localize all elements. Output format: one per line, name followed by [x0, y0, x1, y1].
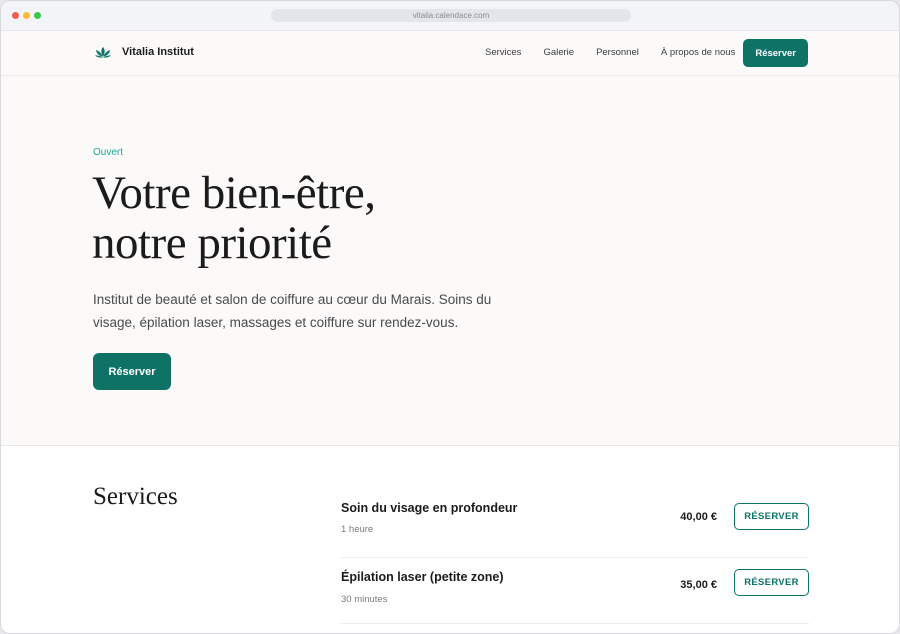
services-section: Services Soin du visage en profondeur 1 … — [1, 446, 899, 633]
service-duration: 30 minutes — [341, 594, 388, 605]
site-header: Vitalia Institut Services Galerie Person… — [1, 31, 899, 76]
service-book-button[interactable]: RÉSERVER — [734, 569, 809, 596]
brand[interactable]: Vitalia Institut — [95, 46, 194, 58]
nav-link-about[interactable]: À propos de nous — [661, 39, 735, 67]
nav-link-services[interactable]: Services — [485, 39, 521, 67]
browser-chrome: vitalia.calendace.com — [1, 1, 899, 31]
close-window-button[interactable] — [12, 12, 19, 19]
maximize-window-button[interactable] — [34, 12, 41, 19]
service-item: Épilation laser (petite zone) 30 minutes… — [341, 558, 809, 624]
service-name: Épilation laser (petite zone) — [341, 570, 504, 584]
hero-title: Votre bien-être, notre priorité — [92, 167, 376, 269]
service-price: 35,00 € — [680, 579, 717, 591]
hero-title-line-1: Votre bien-être, — [92, 167, 376, 219]
lotus-icon — [95, 46, 111, 58]
hero-description: Institut de beauté et salon de coiffure … — [93, 292, 492, 330]
services-heading: Services — [93, 483, 178, 510]
service-book-button[interactable]: RÉSERVER — [734, 503, 809, 530]
service-duration: 1 heure — [341, 524, 374, 535]
service-price: 40,00 € — [680, 511, 717, 523]
service-list: Soin du visage en profondeur 1 heure 40,… — [341, 492, 809, 624]
hero-book-button[interactable]: Réserver — [93, 353, 171, 390]
main-menu: Services Galerie Personnel À propos de n… — [485, 39, 808, 67]
header-book-button[interactable]: Réserver — [743, 39, 808, 67]
hero-title-line-2: notre priorité — [92, 217, 332, 269]
address-bar[interactable]: vitalia.calendace.com — [271, 9, 631, 22]
service-item: Soin du visage en profondeur 1 heure 40,… — [341, 492, 809, 558]
brand-name: Vitalia Institut — [122, 46, 194, 58]
nav-link-personnel[interactable]: Personnel — [596, 39, 639, 67]
service-name: Soin du visage en profondeur — [341, 501, 518, 515]
hero-section: Ouvert Votre bien-être, notre priorité I… — [1, 76, 899, 446]
browser-window: vitalia.calendace.com Vitalia Institut S… — [0, 0, 900, 634]
minimize-window-button[interactable] — [23, 12, 30, 19]
open-status-label: Ouvert — [93, 147, 124, 158]
nav-link-galerie[interactable]: Galerie — [543, 39, 574, 67]
